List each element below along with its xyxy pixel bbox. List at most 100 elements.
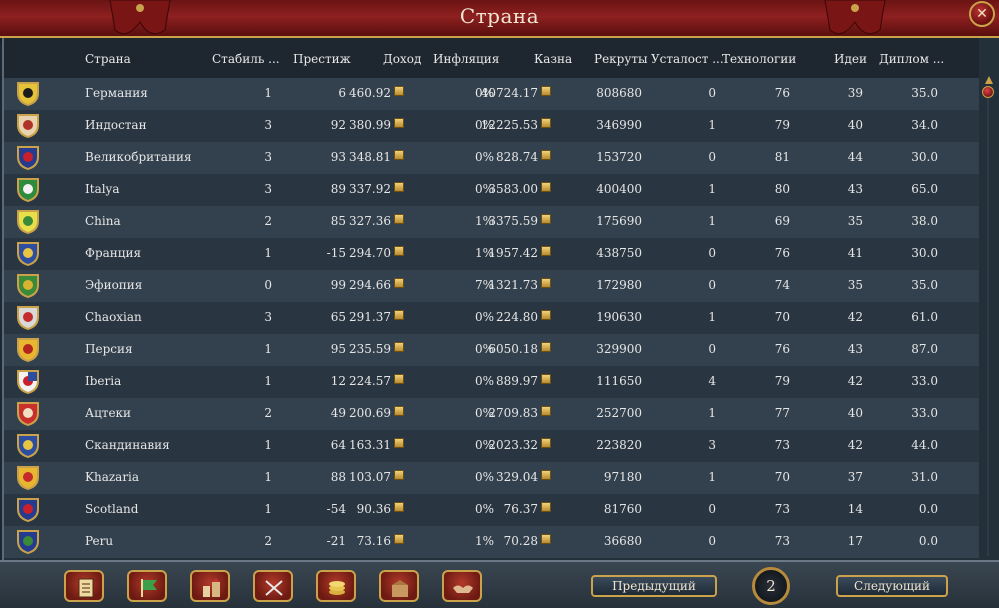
ideas-value: 35 — [848, 214, 863, 228]
scrollbar[interactable] — [982, 76, 994, 556]
country-name-text: Peru — [85, 534, 114, 548]
scroll-track[interactable] — [987, 98, 989, 556]
table-row[interactable]: Ацтеки 2 49 200.69 0% 2709.83 252700 1 77 40 33.0 — [4, 398, 979, 430]
treasury-value: 12225.53 — [481, 118, 551, 132]
country-shield-icon[interactable] — [16, 401, 40, 427]
previous-page-button[interactable]: Предыдущий — [591, 575, 717, 597]
ledger-tab-button[interactable] — [64, 570, 104, 602]
goods-tab-button[interactable] — [379, 570, 419, 602]
table-row[interactable]: Франция 1 -15 294.70 1% 1957.42 438750 0 76 41 30.… — [4, 238, 979, 270]
country-shield-icon[interactable] — [16, 369, 40, 395]
treasury-value-text: 40724.17 — [480, 86, 538, 100]
country-shield-icon[interactable] — [16, 177, 40, 203]
scroll-thumb[interactable] — [982, 86, 994, 98]
table-row[interactable]: Peru 2 -21 73.16 1% 70.28 36680 0 73 17 0.0 — [4, 526, 979, 558]
country-name[interactable]: Iberia — [85, 374, 121, 388]
flag-tab-button[interactable] — [127, 570, 167, 602]
treasury-value: 76.37 — [504, 502, 551, 516]
stability-value-text: 3 — [264, 150, 272, 164]
prestige-value: 95 — [331, 342, 346, 356]
country-name[interactable]: Peru — [85, 534, 113, 548]
table-row[interactable]: Italya 3 89 337.92 0% 3583.00 400400 1 80 43 65.0 — [4, 174, 979, 206]
country-name[interactable]: Франция — [85, 246, 141, 260]
buildings-tab-button[interactable] — [190, 570, 230, 602]
country-name[interactable]: China — [85, 214, 121, 228]
col-header-stability[interactable]: Стабиль ... — [212, 52, 280, 66]
handshake-icon — [453, 585, 473, 593]
inflation-value-text: 1% — [474, 534, 494, 548]
gold-coin-icon — [394, 214, 404, 224]
scroll-up-arrow-icon[interactable] — [985, 76, 993, 84]
country-shield-icon[interactable] — [16, 241, 40, 267]
table-row[interactable]: Великобритания 3 93 348.81 0% 828.74 153720 0 81… — [4, 142, 979, 174]
col-header-diplomacy[interactable]: Диплом ... — [879, 52, 944, 66]
coins-tab-button[interactable] — [316, 570, 356, 602]
ideas-value: 43 — [848, 342, 863, 356]
col-header-prestige[interactable]: Престиж — [293, 52, 351, 66]
country-shield-icon[interactable] — [16, 337, 40, 363]
country-shield-icon[interactable] — [16, 113, 40, 139]
prestige-value-text: 65 — [330, 310, 346, 324]
country-shield-icon[interactable] — [16, 81, 40, 107]
table-row[interactable]: Персия 1 95 235.59 0% 6050.18 329900 0 76 43 87.0 — [4, 334, 979, 366]
ideas-value-text: 37 — [847, 470, 863, 484]
table-row[interactable]: Эфиопия 0 99 294.66 7% 1321.73 172980 0 74 35 35.0 — [4, 270, 979, 302]
table-row[interactable]: Khazaria 1 88 103.07 0% 329.04 97180 1 70 37 31.0 — [4, 462, 979, 494]
gold-coin-icon — [394, 182, 404, 192]
ideas-value: 17 — [848, 534, 863, 548]
country-name-text: Scotland — [85, 502, 139, 516]
country-shield-icon[interactable] — [16, 209, 40, 235]
country-shield-icon[interactable] — [16, 497, 40, 523]
country-shield-icon[interactable] — [16, 529, 40, 555]
stability-value-text: 2 — [264, 534, 272, 548]
gold-coin-icon — [541, 470, 551, 480]
country-name[interactable]: Italya — [85, 182, 120, 196]
table-row[interactable]: Iberia 1 12 224.57 0% 889.97 111650 4 79 42 33.0 — [4, 366, 979, 398]
col-header-treasury[interactable]: Казна — [534, 52, 572, 66]
country-name-text: Ацтеки — [85, 406, 132, 420]
table-row[interactable]: Скандинавия 1 64 163.31 0% 2023.32 223820 3 73 42… — [4, 430, 979, 462]
treasury-value-text: 2023.32 — [488, 438, 538, 452]
country-name[interactable]: Khazaria — [85, 470, 139, 484]
col-header-war-exhaustion[interactable]: Усталост ... — [651, 52, 724, 66]
close-button[interactable]: ✕ — [969, 1, 995, 27]
manpower-value-text: 223820 — [596, 438, 642, 452]
country-shield-icon[interactable] — [16, 465, 40, 491]
treasury-value-text: 224.80 — [496, 310, 538, 324]
country-name[interactable]: Персия — [85, 342, 133, 356]
country-name[interactable]: Scotland — [85, 502, 138, 516]
col-header-income[interactable]: Доход — [383, 52, 421, 66]
col-header-technology[interactable]: Технологии — [722, 52, 796, 66]
technology-value-text: 81 — [774, 150, 790, 164]
country-shield-icon[interactable] — [16, 305, 40, 331]
country-rows: Германия 1 6 460.92 0% 40724.17 808680 0 76 39 35.… — [4, 78, 979, 558]
country-name[interactable]: Великобритания — [85, 150, 192, 164]
country-name[interactable]: Скандинавия — [85, 438, 170, 452]
gold-coin-icon — [541, 246, 551, 256]
col-header-country[interactable]: Страна — [85, 52, 131, 66]
country-name[interactable]: Ацтеки — [85, 406, 131, 420]
country-shield-icon[interactable] — [16, 433, 40, 459]
treasury-value: 1957.42 — [488, 246, 551, 260]
table-row[interactable]: Индостан 3 92 380.99 0% 12225.53 346990 1 79 40 34… — [4, 110, 979, 142]
diplomacy-value-text: 33.0 — [911, 374, 938, 388]
country-name[interactable]: Chaoxian — [85, 310, 142, 324]
table-row[interactable]: Chaoxian 3 65 291.37 0% 224.80 190630 1 70 42 61.0 — [4, 302, 979, 334]
war-exhaustion-value: 0 — [708, 502, 716, 516]
country-name[interactable]: Индостан — [85, 118, 147, 132]
country-shield-icon[interactable] — [16, 273, 40, 299]
handshake-tab-button[interactable] — [442, 570, 482, 602]
col-header-ideas[interactable]: Идеи — [834, 52, 867, 66]
col-header-manpower[interactable]: Рекруты — [594, 52, 648, 66]
technology-value-text: 69 — [774, 214, 790, 228]
col-header-inflation[interactable]: Инфляция — [433, 52, 499, 66]
stability-value-text: 3 — [264, 182, 272, 196]
country-shield-icon[interactable] — [16, 145, 40, 171]
table-row[interactable]: China 2 85 327.36 1% 3375.59 175690 1 69 35 38.0 — [4, 206, 979, 238]
next-page-button[interactable]: Следующий — [836, 575, 948, 597]
country-name[interactable]: Эфиопия — [85, 278, 142, 292]
table-row[interactable]: Scotland 1 -54 90.36 0% 76.37 81760 0 73 14 0.0 — [4, 494, 979, 526]
country-name[interactable]: Германия — [85, 86, 148, 100]
crossed-swords-tab-button[interactable] — [253, 570, 293, 602]
table-row[interactable]: Германия 1 6 460.92 0% 40724.17 808680 0 76 39 35.… — [4, 78, 979, 110]
